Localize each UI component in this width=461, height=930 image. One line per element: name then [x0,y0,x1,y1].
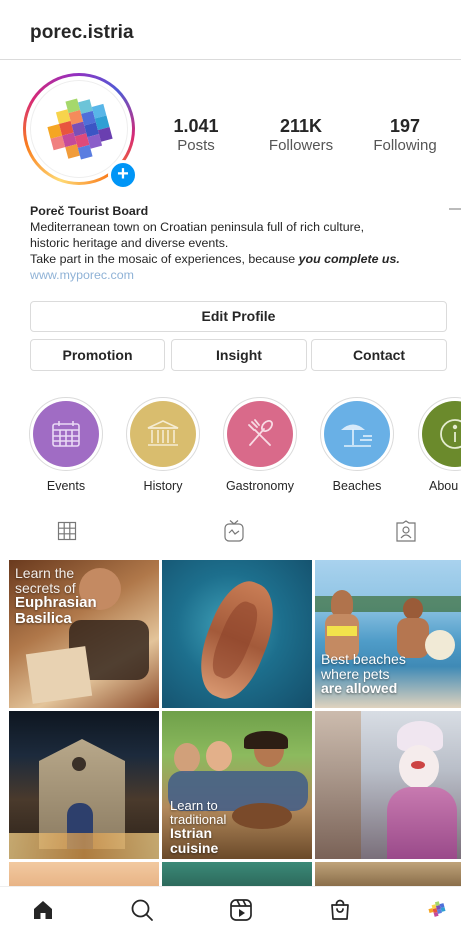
museum-icon [147,420,179,446]
mosaic-logo-icon [47,98,113,160]
post-caption: Learn the secrets of Euphrasian Basilica [15,565,97,628]
highlight-label: Beaches [332,479,382,493]
post-thumbnail[interactable] [9,862,159,886]
nav-reels[interactable] [228,897,254,923]
post-thumbnail[interactable] [9,711,159,859]
posts-count-label: Posts [177,137,215,154]
calendar-icon [52,421,80,447]
highlight-cover [227,401,293,467]
home-icon [34,901,52,919]
top-bar: porec.istria [0,0,461,60]
following-count-value: 197 [389,116,421,136]
bio-line: Mediterranean town on Croatian peninsula… [30,220,365,234]
post-caption: Best beaches where pets are allowed [321,651,406,697]
post-thumbnail[interactable] [315,862,461,886]
reels-icon [230,899,252,921]
followers-count[interactable]: 211K Followers [253,116,349,156]
edit-profile-button[interactable]: Edit Profile [30,301,447,332]
post-thumbnail[interactable] [162,560,312,708]
post-thumbnail[interactable] [315,711,461,859]
promotion-button[interactable]: Promotion [30,339,165,371]
tab-grid[interactable] [54,518,80,544]
beach-umbrella-icon [341,424,372,447]
profile-bio: Poreč Tourist Board Mediterranean town o… [30,203,450,283]
search-icon [131,899,153,921]
nav-shop[interactable] [327,897,353,923]
following-count-label: Following [373,137,437,154]
contact-button[interactable]: Contact [311,339,447,371]
highlight-beaches[interactable]: Beaches [312,397,402,493]
highlight-events[interactable]: Events [21,397,111,493]
profile-display-name: Poreč Tourist Board [30,204,149,218]
highlight-history[interactable]: History [118,397,208,493]
nav-profile[interactable] [424,897,450,923]
tagged-person-icon [396,520,416,542]
bio-line: Take part in the mosaic of experiences, … [30,251,450,267]
highlight-label: Events [46,479,86,493]
highlight-label: Abou [429,479,459,493]
grid-icon [57,521,77,541]
following-count[interactable]: 197 Following [357,116,453,156]
igtv-icon [224,520,244,542]
nav-home[interactable] [30,897,56,923]
posts-count[interactable]: 1.041 Posts [148,116,244,156]
followers-count-label: Followers [268,137,334,154]
highlight-cover [33,401,99,467]
insight-button[interactable]: Insight [171,339,307,371]
shopping-bag-icon [331,899,349,920]
profile-tabs [0,518,461,554]
add-story-button[interactable]: + [108,160,138,190]
tab-tagged[interactable] [393,518,419,544]
bio-line: historic heritage and diverse events. [30,236,229,250]
profile-avatar-icon [428,901,446,917]
tab-igtv[interactable] [221,518,247,544]
bottom-navigation [0,886,461,930]
post-thumbnail[interactable]: Learn to traditional Istrian cuisine [162,711,312,859]
followers-count-value: 211K [279,116,323,136]
bio-line-text: Take part in the mosaic of experiences, … [30,252,299,266]
info-icon [440,419,461,449]
post-thumbnail[interactable] [162,862,312,886]
bio-emphasis: you complete us. [298,252,400,266]
nav-search[interactable] [129,897,155,923]
highlight-label: Gastronomy [225,479,295,493]
posts-count-value: 1.041 [173,116,219,136]
post-thumbnail[interactable]: Best beaches where pets are allowed [315,560,461,708]
highlight-cover [130,401,196,467]
post-thumbnail[interactable]: Learn the secrets of Euphrasian Basilica [9,560,159,708]
post-caption: Learn to traditional Istrian cuisine [170,798,227,856]
highlight-cover [422,401,461,467]
profile-username[interactable]: porec.istria [30,22,134,44]
highlight-cover [324,401,390,467]
scroll-edge-indicator [449,208,461,210]
highlight-gastronomy[interactable]: Gastronomy [215,397,305,493]
website-link[interactable]: www.myporec.com [30,267,450,283]
highlight-label: History [143,479,183,493]
fork-spoon-icon [248,419,273,446]
highlight-about[interactable]: Abou [409,397,461,493]
plus-icon: + [117,163,129,185]
